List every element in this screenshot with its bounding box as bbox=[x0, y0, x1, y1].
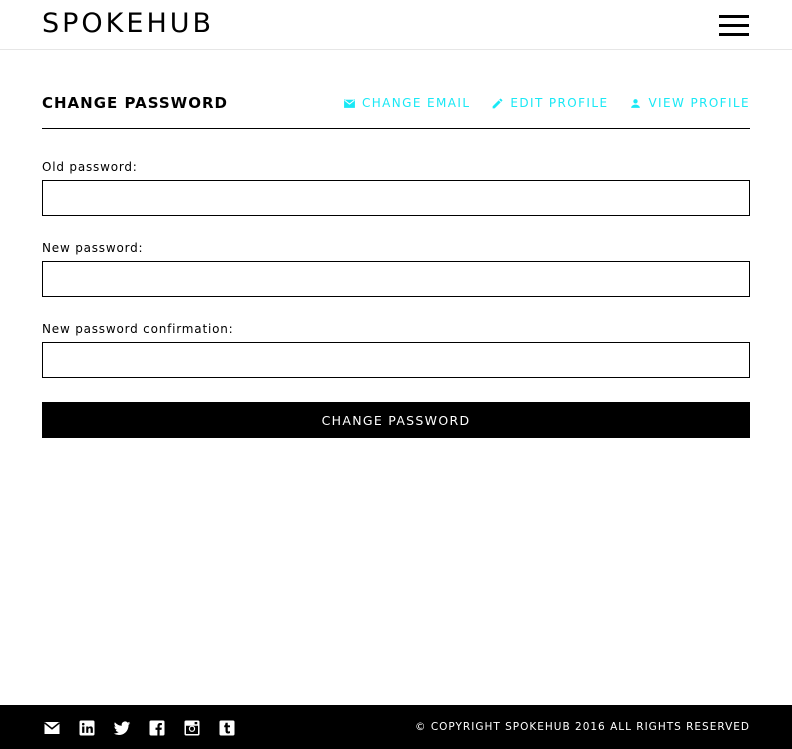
copyright-text: © COPYRIGHT SPOKEHUB 2016 ALL RIGHTS RES… bbox=[414, 721, 750, 733]
person-icon bbox=[631, 98, 641, 108]
site-logo[interactable]: SPOKEHUB bbox=[42, 8, 214, 39]
new-password-input[interactable] bbox=[42, 261, 750, 297]
view-profile-link[interactable]: VIEW PROFILE bbox=[629, 96, 750, 110]
profile-sub-nav: CHANGE EMAIL EDIT PROFILE VIEW PROFILE bbox=[343, 96, 750, 110]
instagram-icon[interactable] bbox=[183, 719, 201, 737]
linkedin-icon[interactable] bbox=[78, 719, 96, 737]
edit-profile-link[interactable]: EDIT PROFILE bbox=[491, 96, 608, 110]
facebook-icon[interactable] bbox=[148, 719, 166, 737]
social-links bbox=[43, 719, 236, 737]
new-password-label: New password: bbox=[42, 241, 144, 255]
envelope-icon bbox=[344, 98, 355, 108]
change-password-button[interactable]: CHANGE PASSWORD bbox=[42, 402, 750, 438]
old-password-label: Old password: bbox=[42, 160, 138, 174]
confirm-password-label: New password confirmation: bbox=[42, 322, 234, 336]
view-profile-label: VIEW PROFILE bbox=[648, 96, 750, 110]
tumblr-icon[interactable] bbox=[218, 719, 236, 737]
pencil-icon bbox=[493, 98, 503, 108]
site-header: SPOKEHUB bbox=[0, 0, 792, 50]
page-title-row: CHANGE PASSWORD CHANGE EMAIL EDIT PROFIL… bbox=[42, 92, 750, 129]
edit-profile-label: EDIT PROFILE bbox=[510, 96, 609, 110]
old-password-input[interactable] bbox=[42, 180, 750, 216]
change-email-link[interactable]: CHANGE EMAIL bbox=[343, 96, 470, 110]
site-footer: © COPYRIGHT SPOKEHUB 2016 ALL RIGHTS RES… bbox=[0, 705, 792, 749]
change-email-label: CHANGE EMAIL bbox=[361, 96, 471, 110]
page-title: CHANGE PASSWORD bbox=[42, 94, 228, 112]
mail-icon[interactable] bbox=[43, 719, 61, 737]
hamburger-menu-icon[interactable] bbox=[719, 15, 749, 37]
confirm-password-input[interactable] bbox=[42, 342, 750, 378]
twitter-icon[interactable] bbox=[113, 719, 131, 737]
